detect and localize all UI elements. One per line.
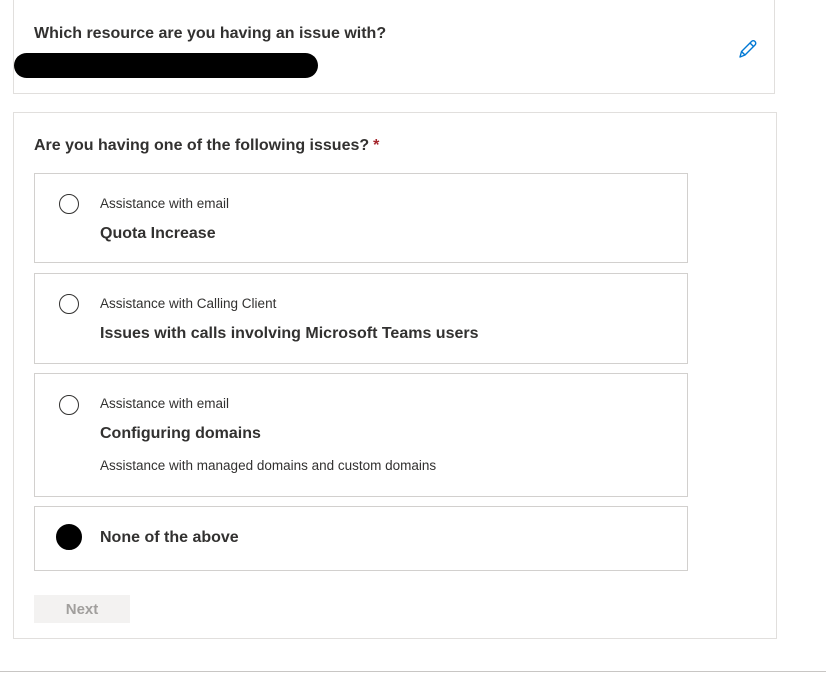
- option-title: Quota Increase: [100, 225, 216, 242]
- next-button[interactable]: Next: [34, 595, 130, 623]
- radio-button[interactable]: [59, 194, 79, 214]
- option-title: None of the above: [100, 529, 239, 546]
- option-title: Issues with calls involving Microsoft Te…: [100, 325, 479, 342]
- radio-button[interactable]: [59, 294, 79, 314]
- issues-question: Are you having one of the following issu…: [34, 137, 379, 155]
- resource-card: Which resource are you having an issue w…: [13, 0, 775, 94]
- option-category: Assistance with email: [100, 396, 230, 411]
- issues-question-label: Are you having one of the following issu…: [34, 137, 370, 154]
- option-title: Configuring domains: [100, 425, 261, 442]
- option-teams-calls[interactable]: Assistance with Calling Client Issues wi…: [34, 273, 688, 364]
- page: Which resource are you having an issue w…: [0, 0, 826, 691]
- option-quota-increase[interactable]: Assistance with email Quota Increase: [34, 173, 688, 263]
- resource-question: Which resource are you having an issue w…: [34, 25, 387, 42]
- redacted-resource-name: [14, 53, 318, 78]
- issues-card: Are you having one of the following issu…: [13, 112, 777, 639]
- option-configuring-domains[interactable]: Assistance with email Configuring domain…: [34, 373, 688, 497]
- pencil-icon[interactable]: [736, 37, 758, 61]
- option-none-of-the-above[interactable]: None of the above: [34, 506, 688, 571]
- radio-button[interactable]: [59, 395, 79, 415]
- option-category: Assistance with Calling Client: [100, 296, 277, 311]
- option-category: Assistance with email: [100, 196, 230, 211]
- radio-button-selected[interactable]: [56, 524, 82, 550]
- required-marker: *: [373, 137, 380, 154]
- divider: [0, 671, 826, 672]
- option-description: Assistance with managed domains and cust…: [100, 458, 437, 473]
